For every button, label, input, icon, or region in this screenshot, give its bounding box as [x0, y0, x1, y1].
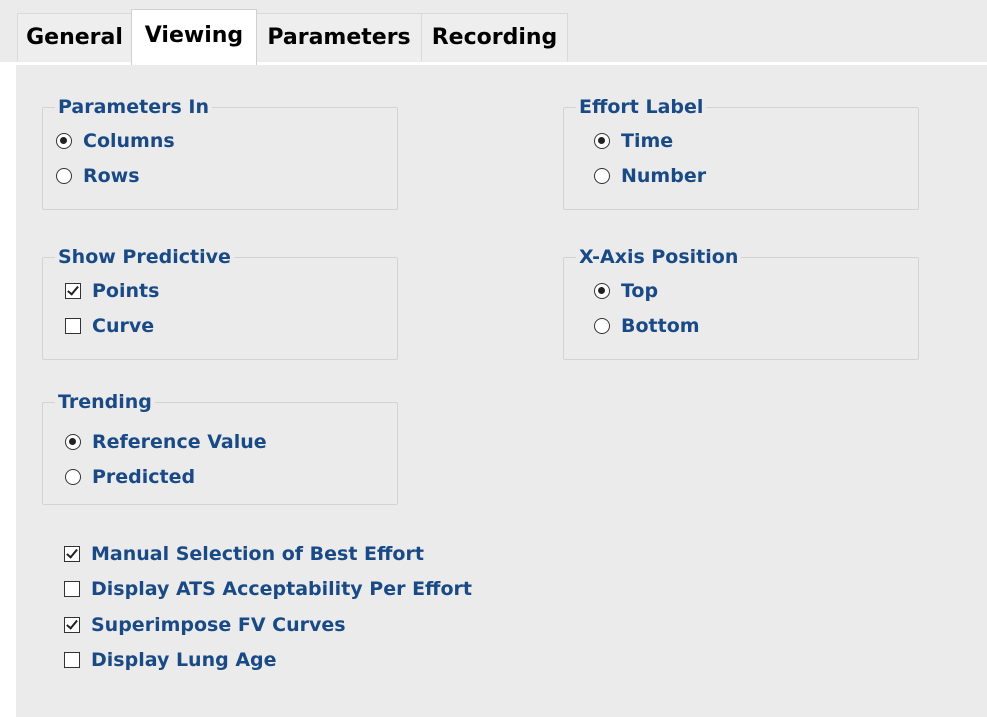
display-lung-age-checkbox-label: Display Lung Age [91, 649, 277, 671]
effort-label-group: Effort Label Time Number [563, 96, 919, 210]
curve-checkbox-box[interactable] [65, 318, 81, 334]
time-radio-indicator[interactable] [594, 133, 610, 149]
points-checkbox-box[interactable] [65, 283, 81, 299]
time-radio-label: Time [621, 130, 674, 152]
x-axis-position-title: X-Axis Position [576, 246, 742, 268]
reference-value-radio-indicator[interactable] [65, 434, 81, 450]
settings-dialog: General Viewing Parameters Recording Par… [0, 0, 987, 717]
show-predictive-group: Show Predictive Points Curve [42, 246, 398, 360]
display-lung-age-checkbox-box[interactable] [64, 652, 80, 668]
effort-label-title: Effort Label [576, 96, 707, 118]
rows-radio-indicator[interactable] [56, 168, 72, 184]
display-ats-checkbox-box[interactable] [64, 581, 80, 597]
points-checkbox-label: Points [92, 280, 160, 302]
predicted-radio-indicator[interactable] [65, 469, 81, 485]
columns-radio-indicator[interactable] [56, 133, 72, 149]
reference-value-radio-label: Reference Value [92, 431, 267, 453]
tab-strip: General Viewing Parameters Recording [0, 0, 987, 65]
parameters-in-title: Parameters In [55, 96, 212, 118]
curve-checkbox-label: Curve [92, 315, 155, 337]
tab-viewing[interactable]: Viewing [131, 9, 257, 65]
show-predictive-title: Show Predictive [55, 246, 234, 268]
superimpose-fv-checkbox-label: Superimpose FV Curves [91, 614, 346, 636]
predicted-radio-label: Predicted [92, 466, 196, 488]
top-radio-label: Top [621, 280, 659, 302]
bottom-radio-label: Bottom [621, 315, 700, 337]
trending-title: Trending [55, 391, 155, 413]
viewing-panel: Parameters In Columns Rows Effort Label … [14, 63, 987, 717]
columns-radio-label: Columns [83, 130, 175, 152]
manual-selection-checkbox-box[interactable] [64, 546, 80, 562]
manual-selection-checkbox-label: Manual Selection of Best Effort [91, 543, 424, 565]
rows-radio-label: Rows [83, 165, 140, 187]
tab-parameters[interactable]: Parameters [256, 13, 422, 61]
top-radio-indicator[interactable] [594, 283, 610, 299]
superimpose-fv-checkbox-box[interactable] [64, 617, 80, 633]
display-ats-checkbox-label: Display ATS Acceptability Per Effort [91, 578, 472, 600]
parameters-in-group: Parameters In Columns Rows [42, 96, 398, 210]
trending-group: Trending Reference Value Predicted [42, 391, 398, 505]
number-radio-label: Number [621, 165, 707, 187]
number-radio-indicator[interactable] [594, 168, 610, 184]
tab-recording[interactable]: Recording [421, 13, 568, 61]
x-axis-position-group: X-Axis Position Top Bottom [563, 246, 919, 360]
tab-general[interactable]: General [17, 13, 132, 61]
bottom-radio-indicator[interactable] [594, 318, 610, 334]
